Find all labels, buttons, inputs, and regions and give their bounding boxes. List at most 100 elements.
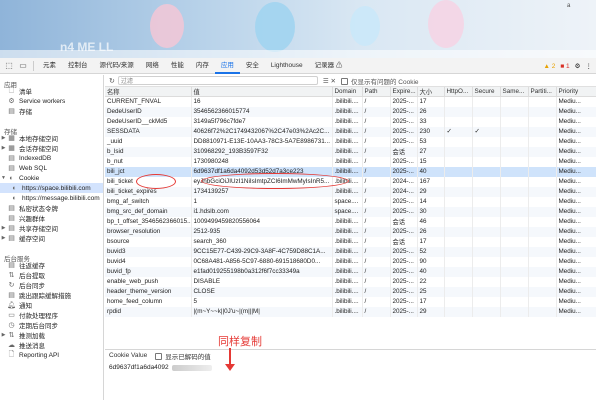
column-header[interactable]: Priority (556, 87, 596, 97)
column-header[interactable]: 大小 (417, 87, 445, 97)
tab-3[interactable]: 网络 (140, 58, 165, 74)
table-row[interactable]: bili_jct 6d9637df1a6da4092d53d52d7a3ce223… (105, 166, 596, 177)
table-row[interactable]: CURRENT_FNVAL 16 .bilibili..../2025-... 17 M… (105, 96, 596, 107)
table-row[interactable]: buvid3 9CC15E77-C439-29C9-3A8F-4C759D88C1… (105, 246, 596, 257)
checkbox-box[interactable] (155, 353, 163, 361)
tab-2[interactable]: 源代码/来源 (94, 58, 140, 74)
section-title-background-services: 后台服务 (4, 256, 30, 263)
sidebar-item-shared-storage[interactable]: ▶ ▤ 共享存储空间 (0, 223, 103, 233)
table-row[interactable]: bili_ticket_expires 1734139257 .bilibili..… (105, 186, 596, 197)
table-row[interactable]: buvid_fp e1fad019255198b0a312f6f7cc33349a… (105, 266, 596, 277)
table-row[interactable]: browser_resolution 2512-935 .bilibili.... /… (105, 226, 596, 237)
table-cell: Mediu... (556, 296, 596, 307)
tab-8[interactable]: Lighthouse (265, 58, 309, 74)
table-row[interactable]: bmg_af_switch 1 space..../2025-... 14 Mediu.… (105, 196, 596, 207)
table-cell: Mediu... (556, 116, 596, 127)
sidebar-item-background-fetch[interactable]: ⇅ 后台提取 (0, 270, 103, 280)
sidebar-item-bfcache[interactable]: ▤ 往返缓存 (0, 260, 103, 270)
only-issues-checkbox[interactable]: 仅显示有问题的 Cookie (340, 76, 419, 86)
column-header[interactable]: Partiti... (528, 87, 557, 97)
table-row[interactable]: DedeUserID 3546562366015774 .bilibili.... /… (105, 106, 596, 117)
sidebar-item-cookie[interactable]: ▼ ◐ Cookie (0, 173, 103, 183)
column-header[interactable]: 名称 (105, 87, 192, 97)
expand-arrow-icon[interactable]: ▶ (0, 145, 7, 151)
sidebar-item-local-storage[interactable]: ▶ ▦ 本地存储空间 (0, 133, 103, 143)
sidebar-item-speculative-loads[interactable]: ▶ ⇅ 推测加载 (0, 330, 103, 340)
expand-arrow-icon[interactable]: ▶ (0, 135, 7, 141)
checkbox-box[interactable] (340, 78, 348, 86)
more-options-icon[interactable]: ⋮ (586, 62, 593, 70)
inspect-element-icon[interactable]: ⬚ (2, 59, 16, 73)
sidebar-item-indexeddb[interactable]: ▤ IndexedDB (0, 153, 103, 163)
sidebar-item-session-storage[interactable]: ▶ ▦ 会话存储空间 (0, 143, 103, 153)
table-row[interactable]: bili_ticket eyJhbGciOiJIUzI1NiIsImtpZCI6I… (105, 176, 596, 187)
table-row[interactable]: buvid4 0C68A481-A856-5C97-6880-691518680D… (105, 256, 596, 267)
tab-5[interactable]: 内存 (190, 58, 215, 74)
sidebar-item-cookie-space[interactable]: ◐ https://space.bilibili.com (0, 183, 103, 193)
sidebar-item-bounce-tracking[interactable]: ▤ 跳出跟踪缓解措施 (0, 290, 103, 300)
table-cell (500, 196, 529, 207)
sidebar-item-background-sync[interactable]: ↻ 后台同步 (0, 280, 103, 290)
sidebar-item-service-workers[interactable]: ⚙ Service workers (0, 96, 103, 106)
table-row[interactable]: b_lsid 310968292_193B3597F32 .bilibili....… (105, 146, 596, 157)
refresh-icon[interactable]: ↻ (109, 77, 115, 85)
table-row[interactable]: enable_web_push DISABLE .bilibili..../2025… (105, 276, 596, 287)
table-row[interactable]: bmg_src_def_domain i1.hdslb.com space.... /… (105, 206, 596, 217)
column-header[interactable]: HttpO... (444, 87, 473, 97)
table-row[interactable]: _uuid DD8810971-E13E-10AA3-78C3-5A7E89867… (105, 136, 596, 147)
warning-count[interactable]: ▲ 2 (543, 63, 555, 70)
sidebar-item-storage[interactable]: ▤ 存储 (0, 106, 103, 116)
clear-cookies-button[interactable]: ☰ ✕ (323, 77, 336, 85)
table-cell (444, 146, 473, 157)
sidebar-item-cookie-message[interactable]: ◐ https://message.bilibili.com (0, 193, 103, 203)
column-header[interactable]: Domain (332, 87, 363, 97)
blurred-value (171, 364, 212, 371)
table-cell (500, 156, 529, 167)
table-cell (500, 216, 529, 227)
tab-9[interactable]: 记录器 ⚠ (309, 58, 349, 74)
sidebar-item-push-messaging[interactable]: ☁ 推送消息 (0, 340, 103, 350)
table-row[interactable]: bp_t_offset_3546562366015... 100949945982… (105, 216, 596, 227)
tab-7[interactable]: 安全 (240, 58, 265, 74)
error-count[interactable]: ■ 1 (560, 63, 569, 70)
collapse-arrow-icon[interactable]: ▼ (0, 175, 7, 181)
expand-arrow-icon[interactable]: ▶ (0, 332, 7, 338)
settings-gear-icon[interactable]: ⚙ (575, 62, 581, 70)
sidebar-item-payment-handler[interactable]: ▭ 付款处理程序 (0, 310, 103, 320)
column-header[interactable]: Secure (472, 87, 501, 97)
column-header[interactable]: 值 (191, 87, 333, 97)
sidebar-item-cache-storage[interactable]: ▶ ▤ 缓存空间 (0, 233, 103, 243)
cookie-value-text[interactable]: 6d9637df1a6da4092 (105, 361, 596, 374)
tab-1[interactable]: 控制台 (62, 58, 94, 74)
column-header[interactable]: Path (362, 87, 391, 97)
sidebar-item-manifest[interactable]: 🗋 清单 (0, 86, 103, 97)
file-icon: 🗋 (8, 86, 15, 94)
table-row[interactable]: DedeUserID__ckMd5 3149a5f796c7fde7 .bilibi… (105, 116, 596, 127)
sidebar-item-interest-groups[interactable]: ▤ 兴趣群体 (0, 213, 103, 223)
column-header[interactable]: Expire... (390, 87, 418, 97)
tab-4[interactable]: 性能 (165, 58, 190, 74)
sidebar-item-periodic-sync[interactable]: ◷ 定期后台同步 (0, 320, 103, 330)
sidebar-item-reporting-api[interactable]: 🗋 Reporting API (0, 350, 103, 360)
show-decoded-checkbox[interactable]: 显示已解码的值 (155, 351, 211, 361)
tab-6[interactable]: 应用 (214, 58, 240, 74)
table-row[interactable]: home_feed_column 5 .bilibili..../2025-... 1… (105, 296, 596, 307)
column-header[interactable]: Same... (500, 87, 529, 97)
table-row[interactable]: header_theme_version CLOSE .bilibili..../2… (105, 286, 596, 297)
table-row[interactable]: b_nut 1730980248 .bilibili..../2025-... 15 M… (105, 156, 596, 167)
table-cell (500, 116, 529, 127)
table-row[interactable]: rpdid |(m~Y~~k||0J'u~|(m|||M| .bilibili...… (105, 306, 596, 317)
expand-arrow-icon[interactable]: ▶ (0, 225, 7, 231)
table-cell: 3149a5f796c7fde7 (191, 116, 333, 127)
banner-character (428, 0, 464, 48)
sidebar-item-notifications[interactable]: 🔔︎ 通知 (0, 300, 103, 310)
filter-input[interactable]: 过滤 (117, 76, 318, 85)
table-row[interactable]: bsource search_360 .bilibili.... / 会话 17 Mediu… (105, 236, 596, 247)
table-cell: 2025-... (390, 166, 418, 177)
table-row[interactable]: SESSDATA 40626f72%2C1749432067%2C47e03%2A… (105, 126, 596, 137)
sidebar-item-private-state-tokens[interactable]: ▤ 私密状态令牌 (0, 203, 103, 213)
tab-0[interactable]: 元素 (37, 58, 62, 74)
expand-arrow-icon[interactable]: ▶ (0, 235, 7, 241)
device-toolbar-icon[interactable]: ▭ (16, 59, 30, 73)
sidebar-item-web-sql[interactable]: ▤ Web SQL (0, 163, 103, 173)
